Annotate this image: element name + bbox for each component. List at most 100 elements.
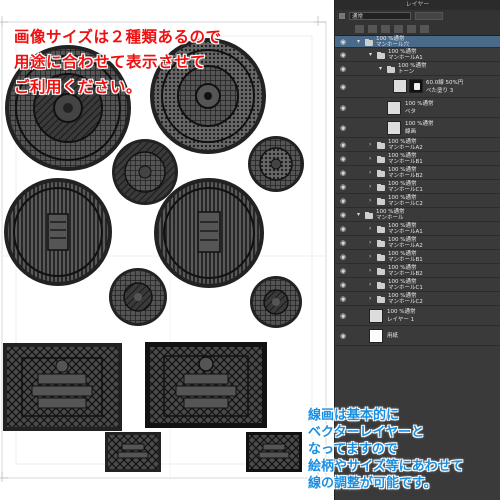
expand-arrow-icon[interactable]: › xyxy=(369,225,371,232)
manhole-medium-a xyxy=(4,178,112,286)
layer-mode: 100 %通常 xyxy=(387,309,416,315)
new-folder-icon[interactable] xyxy=(368,24,377,33)
clip-icon[interactable] xyxy=(394,24,403,33)
eye-icon[interactable]: ◉ xyxy=(337,311,349,321)
layer-row[interactable]: ◉ 用紙 xyxy=(335,326,500,346)
layer-list: ◉ ▾ 100 %通常 マンホール穴 ◉ ▾ 100 %通常 マンホールA1 ◉… xyxy=(335,36,500,346)
lock-icon[interactable] xyxy=(339,13,345,19)
layer-name: マンホールC1 xyxy=(388,285,423,291)
panel-title: レイヤー xyxy=(335,0,500,10)
layer-row[interactable]: ◉ 100 %通常 ベタ xyxy=(335,98,500,118)
blend-mode-select[interactable]: 通常 xyxy=(349,12,411,20)
cover-small-b xyxy=(246,432,302,472)
expand-arrow-icon[interactable]: › xyxy=(369,239,371,246)
folder-icon xyxy=(377,183,385,191)
folder-icon xyxy=(377,169,385,177)
manhole-small-b xyxy=(248,136,304,192)
expand-arrow-icon[interactable]: › xyxy=(369,281,371,288)
expand-arrow-icon[interactable]: › xyxy=(369,197,371,204)
eye-icon[interactable]: ◉ xyxy=(337,331,349,341)
eye-icon[interactable]: ◉ xyxy=(337,37,349,47)
layer-row[interactable]: ◉ › 100 %通常 マンホールB1 xyxy=(335,250,500,264)
eye-icon[interactable]: ◉ xyxy=(337,196,349,206)
layer-row[interactable]: ◉ 100 %通常 線画 xyxy=(335,118,500,138)
layer-name: マンホールC1 xyxy=(388,187,423,193)
folder-icon xyxy=(365,38,373,46)
layer-name: マンホール xyxy=(376,215,404,221)
layer-row[interactable]: ◉ › 100 %通常 マンホールB2 xyxy=(335,264,500,278)
eye-icon[interactable]: ◉ xyxy=(337,280,349,290)
layer-name: マンホールB2 xyxy=(388,271,423,277)
layer-name: マンホールA1 xyxy=(388,55,423,61)
layer-row[interactable]: ◉ 100 %通常 レイヤー 1 xyxy=(335,306,500,326)
layer-mode: 100 %通常 xyxy=(405,101,434,107)
layer-row[interactable]: ◉ › 100 %通常 マンホールB2 xyxy=(335,166,500,180)
collapse-arrow-icon[interactable]: ▾ xyxy=(379,65,382,72)
layer-row[interactable]: ◉ › 100 %通常 マンホールC2 xyxy=(335,194,500,208)
expand-arrow-icon[interactable]: › xyxy=(369,253,371,260)
eye-icon[interactable]: ◉ xyxy=(337,210,349,220)
eye-icon[interactable]: ◉ xyxy=(337,182,349,192)
layer-row[interactable]: ◉ › 100 %通常 マンホールA2 xyxy=(335,236,500,250)
eye-icon[interactable]: ◉ xyxy=(337,64,349,74)
expand-arrow-icon[interactable]: › xyxy=(369,155,371,162)
eye-icon[interactable]: ◉ xyxy=(337,140,349,150)
notice-line-3: ご利用ください。 xyxy=(14,78,143,96)
eye-icon[interactable]: ◉ xyxy=(337,224,349,234)
layer-row[interactable]: ◉ ▾ 100 %通常 マンホールA1 xyxy=(335,48,500,62)
reference-icon[interactable] xyxy=(407,24,416,33)
trash-icon[interactable] xyxy=(420,24,429,33)
canvas[interactable]: 画像サイズは２種類あるので 用途に合わせて表示させて ご利用ください。 xyxy=(0,0,334,500)
folder-icon xyxy=(377,155,385,163)
folder-icon xyxy=(377,51,385,59)
layer-name: トーン xyxy=(398,69,415,75)
layer-name: マンホールA1 xyxy=(388,229,423,235)
layer-thumbnail xyxy=(393,79,407,93)
eye-icon[interactable]: ◉ xyxy=(337,294,349,304)
layer-name: マンホールC2 xyxy=(388,201,423,207)
layer-row[interactable]: ◉ › 100 %通常 マンホールC2 xyxy=(335,292,500,306)
cover-rect-b xyxy=(145,342,267,428)
layer-row[interactable]: ◉ 60.0線 50%円 べた塗り 3 xyxy=(335,76,500,98)
new-layer-icon[interactable] xyxy=(355,24,364,33)
collapse-arrow-icon[interactable]: ▾ xyxy=(369,51,372,58)
layer-row[interactable]: ◉ › 100 %通常 マンホールC1 xyxy=(335,278,500,292)
note-line-5: 線の調整が可能です。 xyxy=(308,476,437,491)
eye-icon[interactable]: ◉ xyxy=(337,168,349,178)
opacity-slider[interactable] xyxy=(415,12,443,20)
mask-icon[interactable] xyxy=(381,24,390,33)
cover-small-a xyxy=(105,432,161,472)
layer-name: マンホールA2 xyxy=(388,243,423,249)
expand-arrow-icon[interactable]: › xyxy=(369,183,371,190)
eye-icon[interactable]: ◉ xyxy=(337,154,349,164)
layer-row[interactable]: ◉ ▾ 100 %通常 マンホール xyxy=(335,208,500,222)
eye-icon[interactable]: ◉ xyxy=(337,252,349,262)
folder-icon xyxy=(387,65,395,73)
layer-row[interactable]: ◉ › 100 %通常 マンホールB1 xyxy=(335,152,500,166)
layer-row[interactable]: ◉ ▾ 100 %通常 トーン xyxy=(335,62,500,76)
eye-icon[interactable]: ◉ xyxy=(337,238,349,248)
eye-icon[interactable]: ◉ xyxy=(337,266,349,276)
folder-icon xyxy=(377,295,385,303)
eye-icon[interactable]: ◉ xyxy=(337,123,349,133)
layer-name: ベタ xyxy=(405,109,417,115)
layer-name: レイヤー 1 xyxy=(387,317,415,323)
eye-icon[interactable]: ◉ xyxy=(337,82,349,92)
eye-icon[interactable]: ◉ xyxy=(337,50,349,60)
layer-name: べた塗り 3 xyxy=(426,88,454,94)
expand-arrow-icon[interactable]: › xyxy=(369,169,371,176)
expand-arrow-icon[interactable]: › xyxy=(369,141,371,148)
folder-icon xyxy=(377,253,385,261)
folder-icon xyxy=(377,239,385,247)
notice-line-2: 用途に合わせて表示させて xyxy=(14,53,207,71)
expand-arrow-icon[interactable]: › xyxy=(369,295,371,302)
collapse-arrow-icon[interactable]: ▾ xyxy=(357,38,360,45)
layer-row[interactable]: ◉ › 100 %通常 マンホールC1 xyxy=(335,180,500,194)
layer-row[interactable]: ◉ › 100 %通常 マンホールA1 xyxy=(335,222,500,236)
expand-arrow-icon[interactable]: › xyxy=(369,267,371,274)
layer-row[interactable]: ◉ › 100 %通常 マンホールA2 xyxy=(335,138,500,152)
eye-icon[interactable]: ◉ xyxy=(337,103,349,113)
layer-row[interactable]: ◉ ▾ 100 %通常 マンホール穴 xyxy=(335,36,500,48)
collapse-arrow-icon[interactable]: ▾ xyxy=(357,211,360,218)
layer-thumbnail xyxy=(387,101,401,115)
